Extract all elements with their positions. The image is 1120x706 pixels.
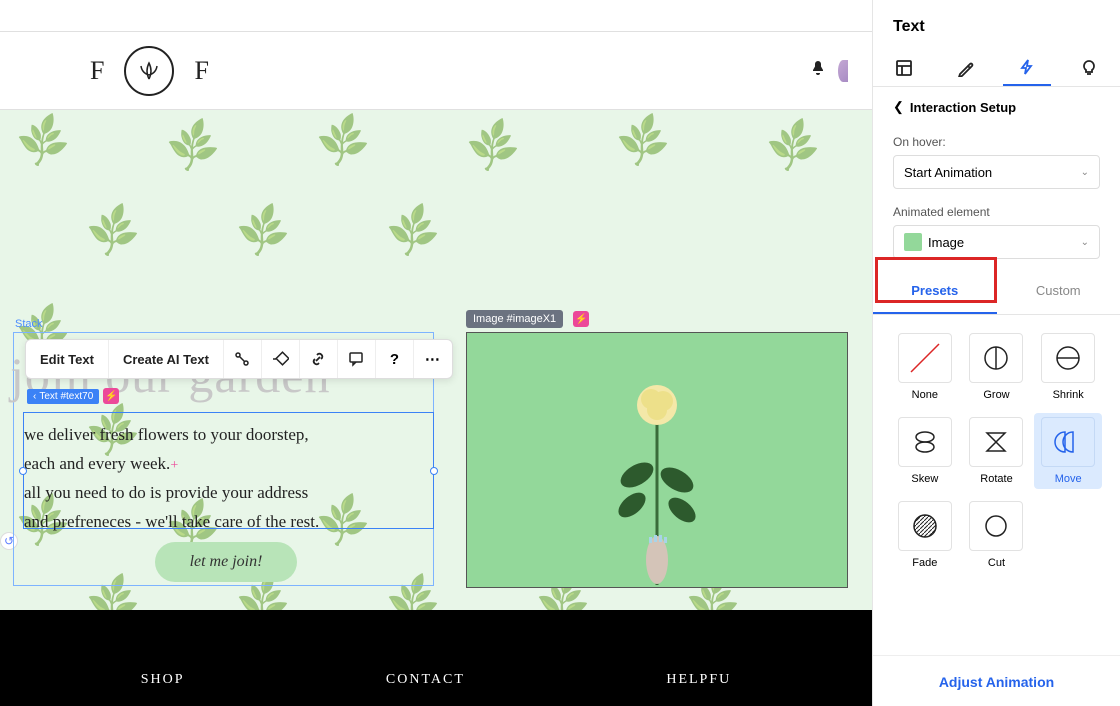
link-icon[interactable] — [300, 340, 338, 378]
tab-presets[interactable]: Presets — [873, 269, 997, 314]
text-line: and prefreneces - we'll take care of the… — [24, 508, 433, 537]
notification-bell-icon[interactable] — [810, 60, 826, 81]
preset-custom-tabs: Presets Custom — [873, 269, 1120, 315]
footer-link-shop[interactable]: SHOP — [141, 672, 185, 688]
text-floating-toolbar: Edit Text Create AI Text ? ⋯ — [25, 339, 453, 379]
preset-cut[interactable]: Cut — [963, 497, 1031, 573]
site-header: F F — [0, 32, 872, 110]
preset-none[interactable]: None — [891, 329, 959, 405]
animated-element-select[interactable]: Image ⌄ — [893, 225, 1100, 259]
design-canvas[interactable]: 🌿 🌿 🌿 🌿 🌿 🌿 🌿 🌿 🌿 🌿 🌿 🌿 🌿 🌿 🌿 🌿 🌿 🌿 🌿 🌿 … — [0, 110, 872, 610]
back-interaction-setup[interactable]: ❮ Interaction Setup — [873, 87, 1120, 119]
chevron-down-icon: ⌄ — [1081, 167, 1089, 178]
chevron-left-icon: ❮ — [893, 99, 904, 115]
on-hover-select[interactable]: Start Animation ⌄ — [893, 155, 1100, 189]
presets-grid: None Grow Shrink Skew Rotate Move Fade — [873, 315, 1120, 577]
logo-letter-right: F — [194, 56, 208, 86]
tab-custom[interactable]: Custom — [997, 269, 1120, 314]
user-avatar[interactable] — [838, 60, 848, 82]
flower-logo-icon — [124, 46, 174, 96]
preset-move[interactable]: Move — [1034, 413, 1102, 489]
top-toolbar — [0, 0, 872, 32]
animation-icon[interactable] — [262, 340, 300, 378]
comment-icon[interactable] — [338, 340, 376, 378]
edit-text-button[interactable]: Edit Text — [26, 340, 109, 378]
connect-icon[interactable] — [224, 340, 262, 378]
bolt-icon[interactable]: ⚡ — [573, 311, 589, 327]
stack-label: Stack — [15, 318, 43, 330]
animated-element-label: Animated element — [873, 189, 1120, 225]
cta-button[interactable]: let me join! — [155, 542, 297, 582]
footer-link-helpful[interactable]: HELPFU — [666, 672, 731, 688]
tab-design[interactable] — [942, 50, 990, 86]
bolt-icon[interactable]: ⚡ — [103, 388, 119, 404]
image-element[interactable] — [466, 332, 848, 588]
text-line: all you need to do is provide your addre… — [24, 479, 433, 508]
insert-cursor-icon: + — [170, 458, 178, 473]
preset-rotate[interactable]: Rotate — [963, 413, 1031, 489]
inspector-panel: Text ❮ Interaction Setup On hover: Start… — [872, 0, 1120, 706]
preset-grow[interactable]: Grow — [963, 329, 1031, 405]
text-element-tag[interactable]: ‹Text #text70 ⚡ — [27, 388, 119, 404]
tab-tips[interactable] — [1065, 50, 1113, 86]
logo-letter-left: F — [90, 56, 104, 86]
panel-title: Text — [873, 0, 1120, 44]
panel-main-tabs — [873, 44, 1120, 87]
preset-fade[interactable]: Fade — [891, 497, 959, 573]
help-icon[interactable]: ? — [376, 340, 414, 378]
text-body-selected[interactable]: we deliver fresh flowers to your doorste… — [23, 412, 434, 529]
preset-shrink[interactable]: Shrink — [1034, 329, 1102, 405]
resize-handle-left[interactable] — [19, 467, 27, 475]
on-hover-label: On hover: — [873, 119, 1120, 155]
footer-link-contact[interactable]: CONTACT — [386, 672, 465, 688]
logo: F F — [90, 46, 209, 96]
tab-layout[interactable] — [880, 50, 928, 86]
adjust-animation-button[interactable]: Adjust Animation — [873, 655, 1120, 706]
chevron-down-icon: ⌄ — [1081, 237, 1089, 248]
tab-interactions[interactable] — [1003, 50, 1051, 86]
image-thumb-icon — [904, 233, 922, 251]
create-ai-text-button[interactable]: Create AI Text — [109, 340, 224, 378]
resize-handle-right[interactable] — [430, 467, 438, 475]
more-icon[interactable]: ⋯ — [414, 340, 452, 378]
text-line: we deliver fresh flowers to your doorste… — [24, 421, 433, 450]
site-footer: SHOP CONTACT HELPFU — [0, 610, 872, 706]
image-element-tag[interactable]: Image #imageX1 ⚡ — [466, 310, 589, 328]
text-line: each and every week. — [24, 454, 170, 473]
preset-skew[interactable]: Skew — [891, 413, 959, 489]
